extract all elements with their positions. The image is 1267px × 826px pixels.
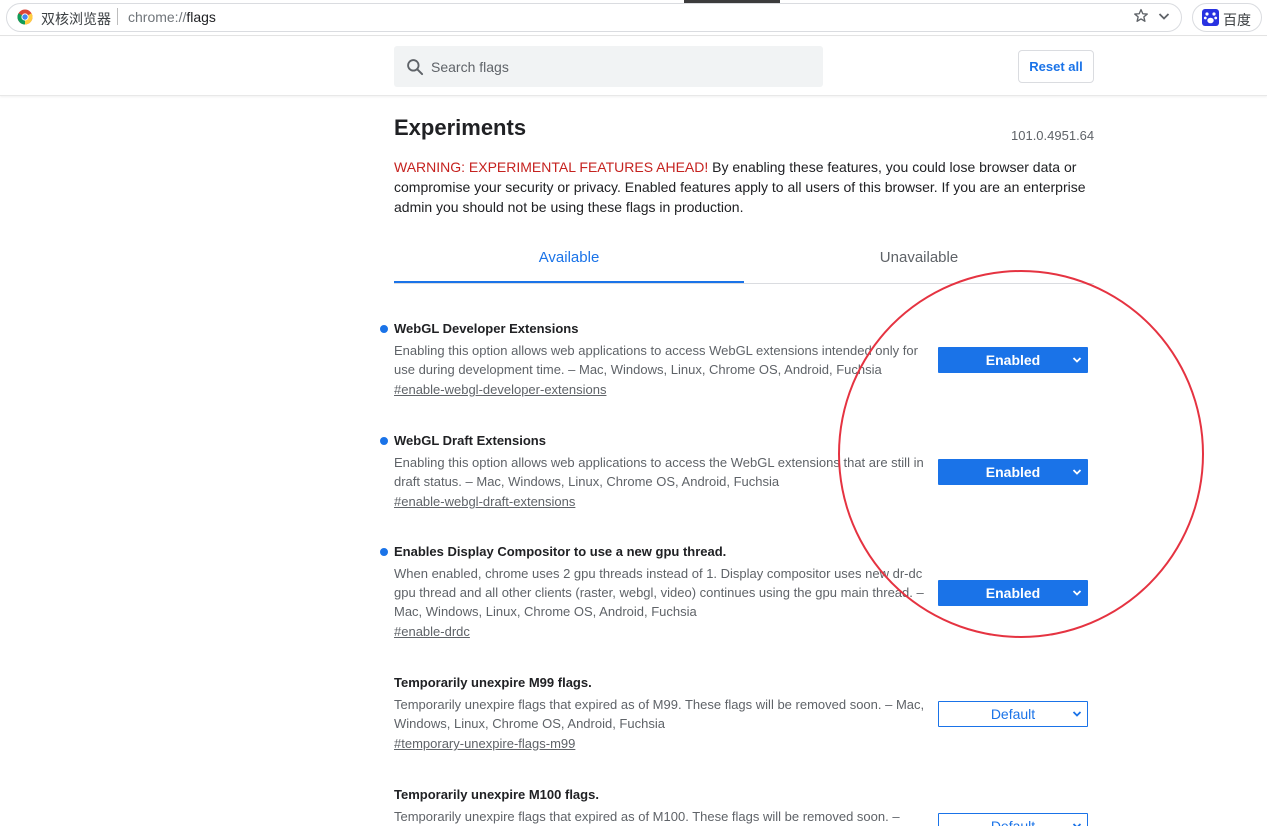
flag-item: Enables Display Compositor to use a new … bbox=[380, 543, 1094, 641]
flag-description: Enabling this option allows web applicat… bbox=[394, 343, 918, 377]
search-icon bbox=[407, 59, 424, 76]
url-path: flags bbox=[186, 9, 216, 25]
search-engine-label: 百度 bbox=[1223, 12, 1251, 28]
modified-indicator-dot bbox=[380, 325, 388, 333]
flag-permalink[interactable]: #temporary-unexpire-flags-m99 bbox=[394, 735, 575, 753]
flag-description: When enabled, chrome uses 2 gpu threads … bbox=[394, 566, 924, 619]
flag-title: WebGL Draft Extensions bbox=[394, 433, 546, 448]
flag-state-select[interactable]: Default bbox=[938, 701, 1088, 727]
chevron-down-icon bbox=[1072, 357, 1082, 363]
browser-toolbar: 双核浏览器 chrome://flags 百度 bbox=[0, 0, 1267, 36]
search-box[interactable] bbox=[394, 46, 823, 87]
active-tab-indicator bbox=[394, 281, 744, 283]
flag-description: Temporarily unexpire flags that expired … bbox=[394, 809, 900, 824]
warning-text: WARNING: EXPERIMENTAL FEATURES AHEAD! By… bbox=[394, 157, 1094, 217]
flag-title: WebGL Developer Extensions bbox=[394, 321, 579, 336]
flag-state-value: Default bbox=[990, 706, 1036, 722]
version-label: 101.0.4951.64 bbox=[1011, 128, 1095, 143]
chevron-down-icon bbox=[1072, 469, 1082, 475]
flag-state-select[interactable]: Enabled bbox=[938, 580, 1088, 606]
flag-title: Temporarily unexpire M99 flags. bbox=[394, 675, 592, 690]
modified-indicator-dot bbox=[380, 437, 388, 445]
flag-permalink[interactable]: #enable-webgl-draft-extensions bbox=[394, 493, 575, 511]
flag-permalink[interactable]: #enable-webgl-developer-extensions bbox=[394, 381, 606, 399]
bookmark-star-icon[interactable] bbox=[1132, 7, 1150, 25]
flag-state-value: Enabled bbox=[985, 585, 1041, 601]
flags-header: Reset all bbox=[0, 37, 1267, 96]
chevron-down-icon bbox=[1072, 711, 1082, 717]
browser-name: 双核浏览器 bbox=[41, 11, 111, 27]
flag-state-value: Enabled bbox=[985, 352, 1041, 368]
chevron-down-icon bbox=[1072, 590, 1082, 596]
flag-state-value: Enabled bbox=[985, 464, 1041, 480]
omnibox-divider bbox=[117, 8, 118, 25]
flag-state-select[interactable]: Enabled bbox=[938, 459, 1088, 485]
warning-prefix: WARNING: EXPERIMENTAL FEATURES AHEAD! bbox=[394, 159, 709, 175]
tab-bar: Available Unavailable bbox=[394, 240, 1094, 284]
flag-state-value: Default bbox=[990, 818, 1036, 826]
chrome-logo-icon bbox=[17, 9, 33, 25]
baidu-paw-icon bbox=[1202, 9, 1219, 26]
tab-unavailable[interactable]: Unavailable bbox=[744, 240, 1094, 283]
search-engine-button[interactable]: 百度 bbox=[1192, 3, 1262, 32]
flag-title: Enables Display Compositor to use a new … bbox=[394, 544, 727, 559]
flag-title: Temporarily unexpire M100 flags. bbox=[394, 787, 599, 802]
url-scheme: chrome:// bbox=[128, 9, 187, 25]
modified-indicator-dot bbox=[380, 548, 388, 556]
chevron-down-icon[interactable] bbox=[1157, 9, 1171, 23]
flag-permalink[interactable]: #enable-drdc bbox=[394, 623, 470, 641]
flag-description: Temporarily unexpire flags that expired … bbox=[394, 697, 925, 731]
chevron-down-icon bbox=[1072, 823, 1082, 826]
flag-item: Temporarily unexpire M100 flags. Tempora… bbox=[394, 786, 1094, 826]
flag-state-select[interactable]: Default bbox=[938, 813, 1088, 826]
search-input[interactable] bbox=[431, 46, 811, 87]
flag-item: Temporarily unexpire M99 flags. Temporar… bbox=[394, 674, 1094, 753]
flag-item: WebGL Developer Extensions Enabling this… bbox=[380, 320, 1094, 399]
reset-all-button[interactable]: Reset all bbox=[1018, 50, 1094, 83]
page-title: Experiments bbox=[394, 115, 527, 140]
flag-description: Enabling this option allows web applicat… bbox=[394, 455, 924, 489]
flag-item: WebGL Draft Extensions Enabling this opt… bbox=[380, 432, 1094, 511]
flag-state-select[interactable]: Enabled bbox=[938, 347, 1088, 373]
tab-available[interactable]: Available bbox=[394, 240, 744, 283]
url-text[interactable]: chrome://flags bbox=[128, 9, 216, 25]
